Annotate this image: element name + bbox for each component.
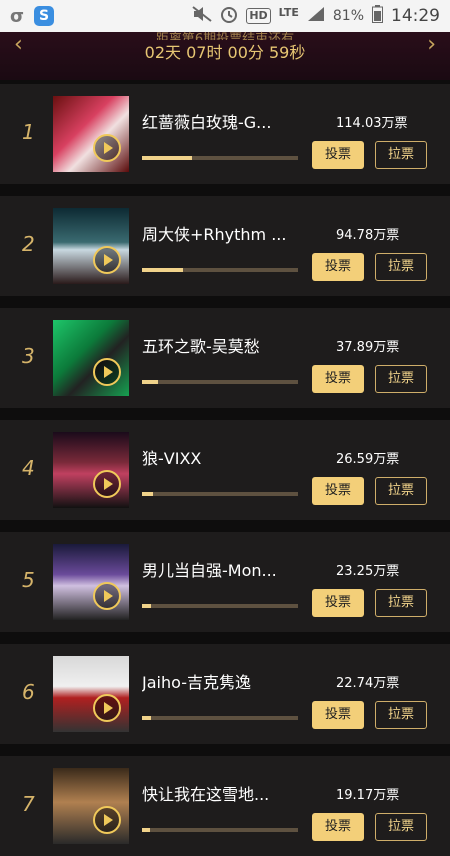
- vote-button[interactable]: 投票: [312, 365, 364, 393]
- vote-button[interactable]: 投票: [312, 701, 364, 729]
- vote-button[interactable]: 投票: [312, 253, 364, 281]
- vote-button[interactable]: 投票: [312, 813, 364, 841]
- song-title: 快让我在这雪地...: [142, 785, 270, 804]
- s-logo-icon: S: [34, 6, 55, 26]
- ranking-row[interactable]: 5 男儿当自强-Mon... 23.25万票 投票 拉票: [0, 532, 450, 632]
- alarm-icon: [220, 5, 238, 27]
- vote-progress-fill: [142, 268, 183, 272]
- rank-number: 7: [22, 792, 35, 816]
- play-icon[interactable]: [93, 694, 121, 722]
- rank-number: 2: [22, 232, 35, 256]
- vote-progress-bar: [142, 828, 298, 832]
- chevron-right-icon[interactable]: ›: [427, 32, 436, 57]
- rank-number: 1: [22, 120, 35, 144]
- hd-badge: HD: [246, 8, 271, 24]
- vote-count: 23.25万票: [336, 564, 400, 579]
- signal-icon: [307, 6, 325, 26]
- vote-count: 22.74万票: [336, 676, 400, 691]
- clock: 14:29: [391, 6, 440, 26]
- countdown-header: 距离第6期投票结束还有 ‹ 02天 07时 00分 59秒 ›: [0, 32, 450, 80]
- vote-progress-fill: [142, 156, 192, 160]
- mute-icon: [192, 6, 212, 26]
- vote-progress-fill: [142, 604, 152, 608]
- ranking-row[interactable]: 1 红蔷薇白玫瑰-G... 114.03万票 投票 拉票: [0, 84, 450, 184]
- song-thumbnail[interactable]: [53, 432, 129, 508]
- canvass-button[interactable]: 拉票: [375, 589, 427, 617]
- vote-progress-fill: [142, 380, 158, 384]
- rank-number: 3: [22, 344, 35, 368]
- play-icon[interactable]: [93, 246, 121, 274]
- vote-progress-bar: [142, 156, 298, 160]
- vote-progress-fill: [142, 716, 152, 720]
- canvass-button[interactable]: 拉票: [375, 141, 427, 169]
- canvass-button[interactable]: 拉票: [375, 477, 427, 505]
- battery-icon: [372, 5, 383, 27]
- song-thumbnail[interactable]: [53, 96, 129, 172]
- song-title: 红蔷薇白玫瑰-G...: [142, 113, 272, 132]
- rank-number: 4: [22, 456, 35, 480]
- song-thumbnail[interactable]: [53, 656, 129, 732]
- o-logo-icon: σ: [10, 5, 25, 27]
- play-icon[interactable]: [93, 470, 121, 498]
- vote-button[interactable]: 投票: [312, 477, 364, 505]
- vote-progress-fill: [142, 492, 153, 496]
- song-title: 周大侠+Rhythm ...: [142, 225, 287, 244]
- song-thumbnail[interactable]: [53, 768, 129, 844]
- vote-count: 114.03万票: [336, 116, 408, 131]
- ranking-row[interactable]: 2 周大侠+Rhythm ... 94.78万票 投票 拉票: [0, 196, 450, 296]
- vote-progress-bar: [142, 604, 298, 608]
- play-icon[interactable]: [93, 134, 121, 162]
- ranking-row[interactable]: 4 狼-VIXX 26.59万票 投票 拉票: [0, 420, 450, 520]
- vote-progress-fill: [142, 828, 150, 832]
- vote-button[interactable]: 投票: [312, 589, 364, 617]
- song-thumbnail[interactable]: [53, 320, 129, 396]
- vote-progress-bar: [142, 268, 298, 272]
- canvass-button[interactable]: 拉票: [375, 701, 427, 729]
- song-thumbnail[interactable]: [53, 544, 129, 620]
- ranking-row[interactable]: 6 Jaiho-吉克隽逸 22.74万票 投票 拉票: [0, 644, 450, 744]
- ranking-row[interactable]: 7 快让我在这雪地... 19.17万票 投票 拉票: [0, 756, 450, 856]
- vote-count: 37.89万票: [336, 340, 400, 355]
- song-title: 五环之歌-吴莫愁: [142, 337, 260, 356]
- song-title: Jaiho-吉克隽逸: [142, 673, 251, 692]
- vote-button[interactable]: 投票: [312, 141, 364, 169]
- vote-count: 19.17万票: [336, 788, 400, 803]
- play-icon[interactable]: [93, 358, 121, 386]
- vote-progress-bar: [142, 380, 298, 384]
- canvass-button[interactable]: 拉票: [375, 365, 427, 393]
- play-icon[interactable]: [93, 582, 121, 610]
- vote-count: 94.78万票: [336, 228, 400, 243]
- network-label: LTE: [278, 5, 299, 19]
- vote-progress-bar: [142, 492, 298, 496]
- battery-percent: 81%: [332, 8, 364, 24]
- vote-progress-bar: [142, 716, 298, 720]
- rank-number: 5: [22, 568, 35, 592]
- play-icon[interactable]: [93, 806, 121, 834]
- rank-number: 6: [22, 680, 35, 704]
- canvass-button[interactable]: 拉票: [375, 813, 427, 841]
- canvass-button[interactable]: 拉票: [375, 253, 427, 281]
- vote-count: 26.59万票: [336, 452, 400, 467]
- song-thumbnail[interactable]: [53, 208, 129, 284]
- song-title: 狼-VIXX: [142, 449, 202, 468]
- ranking-row[interactable]: 3 五环之歌-吴莫愁 37.89万票 投票 拉票: [0, 308, 450, 408]
- countdown-timer: 02天 07时 00分 59秒: [144, 43, 306, 62]
- song-title: 男儿当自强-Mon...: [142, 561, 277, 580]
